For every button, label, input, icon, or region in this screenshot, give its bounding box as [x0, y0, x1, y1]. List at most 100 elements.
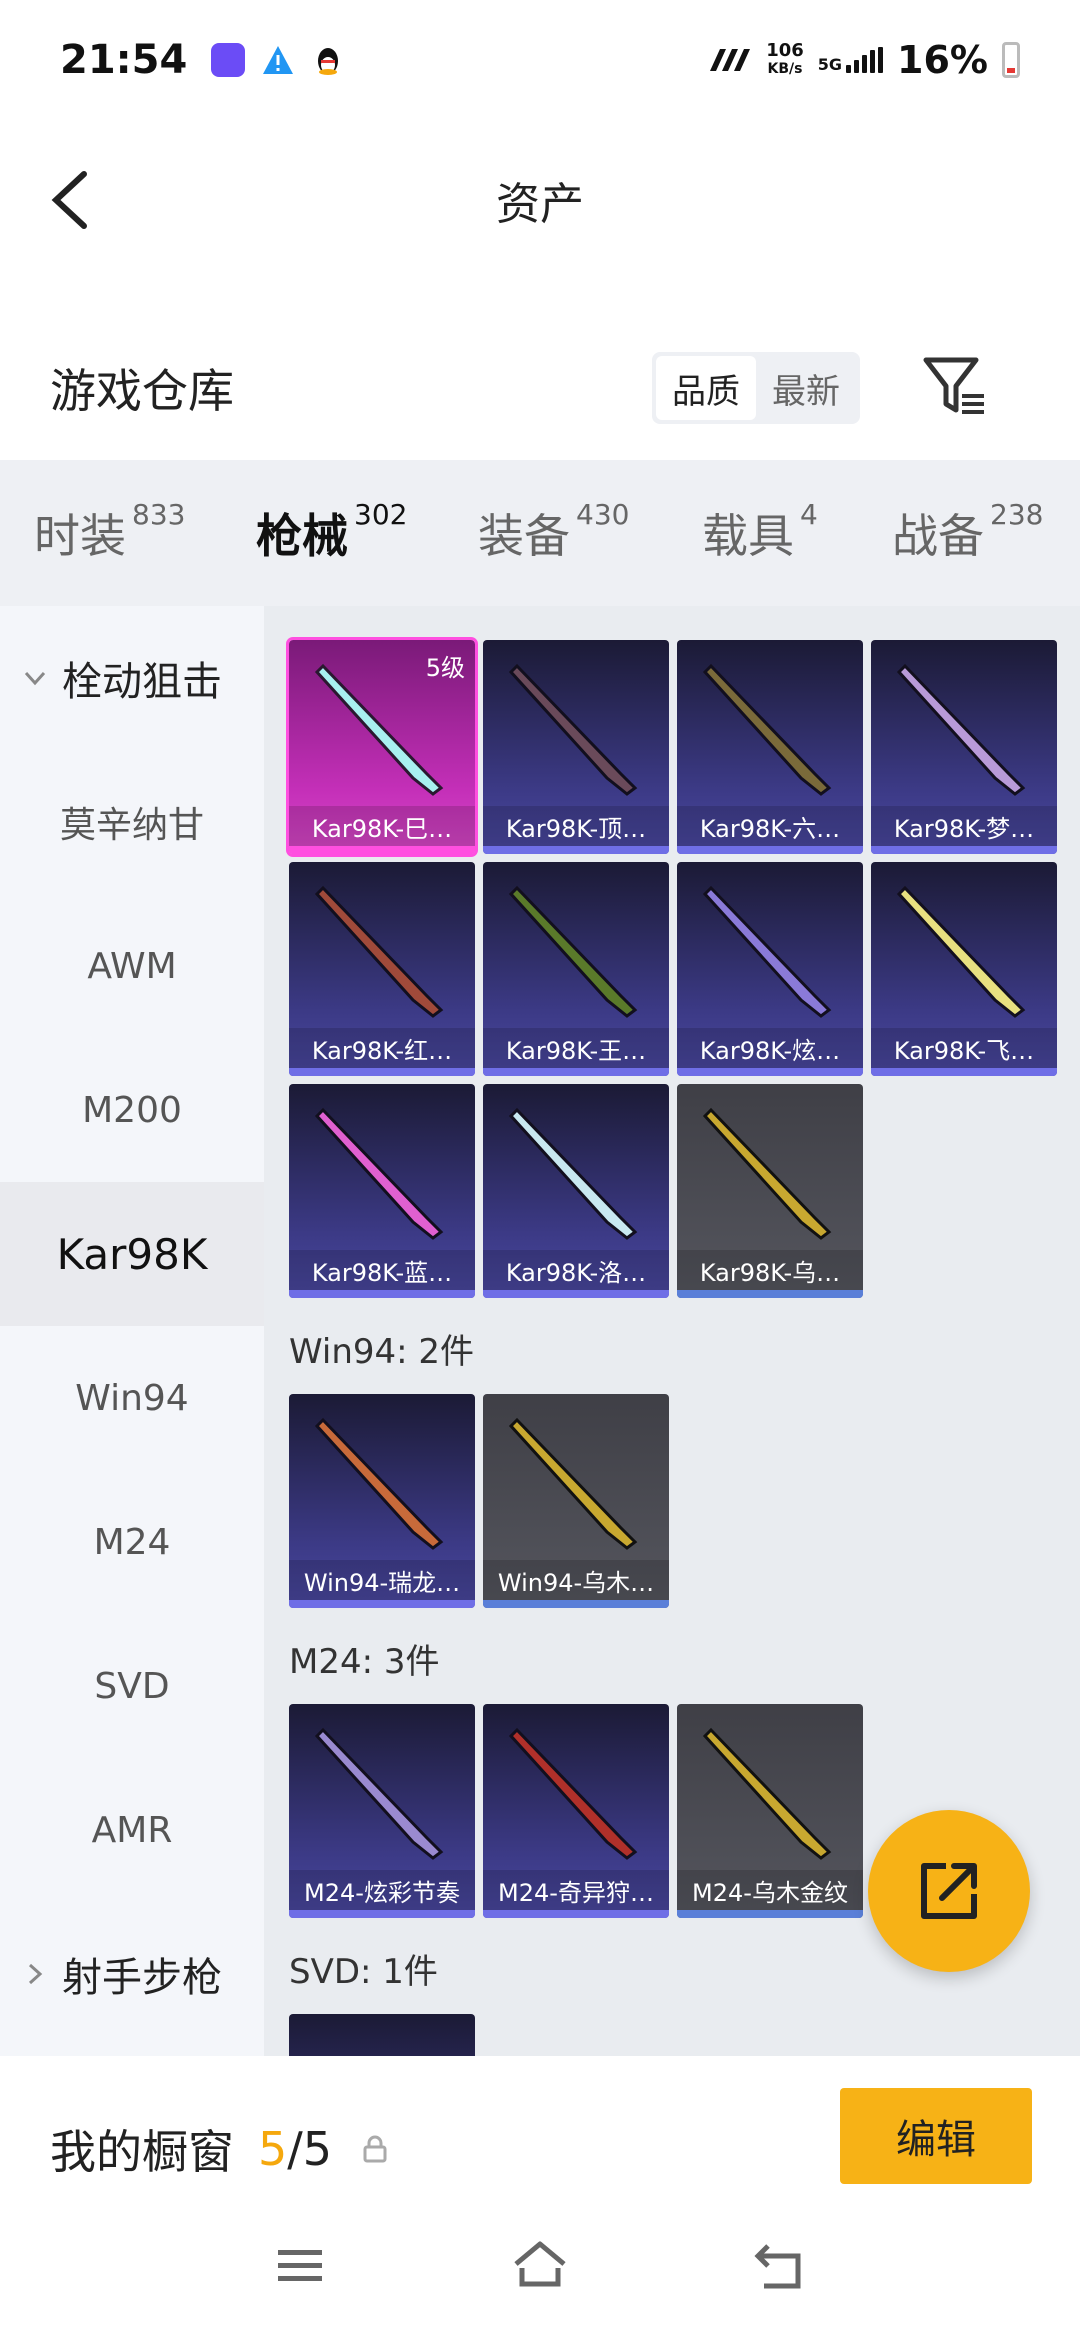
- weapon-name: M24-炫彩节奏: [289, 1870, 475, 1910]
- filter-icon[interactable]: [920, 352, 990, 422]
- rarity-bar: [871, 1068, 1057, 1076]
- network-type: 5G: [817, 55, 843, 74]
- sort-newest-button[interactable]: 最新: [756, 356, 856, 420]
- chevron-down-icon: [24, 671, 46, 686]
- sidebar-item-mosin[interactable]: 莫辛纳甘: [0, 750, 264, 894]
- tab-firearms[interactable]: 枪械 302: [256, 498, 407, 617]
- weapon-card[interactable]: [289, 2014, 475, 2056]
- showcase-count: 5/5: [258, 2122, 332, 2176]
- system-nav-bar: [0, 2236, 1080, 2316]
- weapon-name: Kar98K-六…: [677, 806, 863, 846]
- share-external-icon: [921, 1863, 977, 1919]
- weapon-card[interactable]: Kar98K-王…: [483, 862, 669, 1076]
- rifle-image: [508, 1727, 638, 1860]
- rarity-bar: [483, 1910, 669, 1918]
- tab-label: 载具: [702, 509, 794, 563]
- sidebar-item-awm[interactable]: AWM: [0, 894, 264, 1038]
- rifle-image: [896, 663, 1026, 796]
- rarity-bar: [677, 1290, 863, 1298]
- weapon-card[interactable]: Kar98K-炫…: [677, 862, 863, 1076]
- rifle-image: [508, 1107, 638, 1240]
- weapon-card[interactable]: Win94-瑞龙…: [289, 1394, 475, 1608]
- weapon-name: Kar98K-王…: [483, 1028, 669, 1068]
- chevron-right-icon: [28, 1963, 43, 1985]
- category-tabs: 时装 833 枪械 302 装备 430 载具 4 战备 238: [0, 460, 1080, 617]
- tab-vehicles[interactable]: 载具 4: [702, 498, 818, 566]
- sidebar-group-marksman[interactable]: 射手步枪: [0, 1902, 264, 2046]
- sort-quality-button[interactable]: 品质: [656, 356, 756, 420]
- weapon-card[interactable]: Kar98K-六…: [677, 640, 863, 854]
- weapon-card[interactable]: Kar98K-蓝…: [289, 1084, 475, 1298]
- weapon-card[interactable]: Kar98K-洛…: [483, 1084, 669, 1298]
- page-header: 资产: [0, 150, 1080, 250]
- weapon-card[interactable]: Kar98K-飞…: [871, 862, 1057, 1076]
- showcase-info: 我的橱窗 5/5: [50, 2116, 390, 2182]
- speed-value: 106: [766, 40, 804, 61]
- weapon-card[interactable]: Kar98K-梦…: [871, 640, 1057, 854]
- rarity-bar: [289, 1068, 475, 1076]
- rifle-image: [508, 885, 638, 1018]
- sidebar-group-bolt-action[interactable]: 栓动狙击: [0, 606, 264, 750]
- home-icon[interactable]: [510, 2236, 570, 2296]
- menu-icon[interactable]: [270, 2236, 330, 2296]
- showcase-used: 5: [258, 2122, 288, 2176]
- tab-costume[interactable]: 时装 833: [34, 498, 185, 566]
- sidebar-item-m24[interactable]: M24: [0, 1470, 264, 1614]
- notification-icons: [211, 43, 345, 77]
- rifle-image: [702, 885, 832, 1018]
- rifle-image: [508, 1417, 638, 1550]
- weapon-card[interactable]: 5级 Kar98K-巳…: [286, 637, 478, 857]
- rarity-bar: [289, 1910, 475, 1918]
- speed-unit: KB/s: [767, 61, 803, 77]
- weapon-name: Kar98K-洛…: [483, 1250, 669, 1290]
- section-title-m24: M24: 3件: [289, 1642, 440, 1682]
- return-icon[interactable]: [750, 2236, 810, 2296]
- sidebar-item-amr[interactable]: AMR: [0, 1758, 264, 1902]
- sidebar-item-svd[interactable]: SVD: [0, 1614, 264, 1758]
- signal-bars-icon: [846, 47, 884, 73]
- weapon-card[interactable]: Kar98K-顶…: [483, 640, 669, 854]
- showcase-total: /5: [287, 2122, 333, 2176]
- share-button[interactable]: [868, 1810, 1030, 1972]
- qq-penguin-icon: [318, 48, 339, 75]
- tab-label: 战备: [892, 509, 984, 563]
- rarity-bar: [289, 1290, 475, 1298]
- rifle-image: [314, 885, 444, 1018]
- tab-equipment[interactable]: 装备 430: [478, 498, 629, 566]
- rifle-image: [508, 663, 638, 796]
- edit-button[interactable]: 编辑: [840, 2088, 1032, 2184]
- rarity-bar: [677, 846, 863, 854]
- weapon-card[interactable]: Kar98K-乌…: [677, 1084, 863, 1298]
- status-right: 106 KB/s 5G 16%: [708, 38, 1020, 82]
- weapon-sidebar: 栓动狙击 莫辛纳甘 AWM M200 Kar98K Win94 M24 SVD …: [0, 606, 264, 2056]
- weapon-card[interactable]: Win94-乌木…: [483, 1394, 669, 1608]
- weapon-name: Win94-乌木…: [483, 1560, 669, 1600]
- weapon-card[interactable]: M24-奇异狩…: [483, 1704, 669, 1918]
- weapon-name: Kar98K-飞…: [871, 1028, 1057, 1068]
- weapon-name: Kar98K-梦…: [871, 806, 1057, 846]
- network-speed: 106 KB/s: [766, 42, 804, 78]
- sidebar-item-win94[interactable]: Win94: [0, 1326, 264, 1470]
- tab-supplies[interactable]: 战备 238: [892, 498, 1044, 566]
- weapon-card[interactable]: M24-炫彩节奏: [289, 1704, 475, 1918]
- rifle-image: [702, 1727, 832, 1860]
- rifle-image: [896, 885, 1026, 1018]
- rifle-image: [702, 663, 832, 796]
- weapon-card[interactable]: Kar98K-红…: [289, 862, 475, 1076]
- weapon-name: Kar98K-乌…: [677, 1250, 863, 1290]
- battery-icon: [1002, 42, 1020, 78]
- rarity-bar: [289, 846, 475, 854]
- page-title: 资产: [496, 179, 584, 230]
- weapon-card[interactable]: M24-乌木金纹: [677, 1704, 863, 1918]
- rarity-bar: [289, 1600, 475, 1608]
- weapon-name: Win94-瑞龙…: [289, 1560, 475, 1600]
- tab-count: 238: [990, 498, 1044, 531]
- sidebar-item-m200[interactable]: M200: [0, 1038, 264, 1182]
- status-bar: 21:54 106 KB/s 5G 16%: [0, 0, 1080, 120]
- asset-page: 21:54 106 KB/s 5G 16% 资产 游戏仓库 品质 最新 时装 8…: [0, 0, 1080, 2344]
- back-arrow-icon[interactable]: [44, 168, 104, 232]
- warehouse-title: 游戏仓库: [50, 364, 234, 418]
- sidebar-item-kar98k[interactable]: Kar98K: [0, 1182, 264, 1326]
- lock-icon: [363, 2135, 387, 2163]
- wifi-speed-icon: [710, 49, 751, 71]
